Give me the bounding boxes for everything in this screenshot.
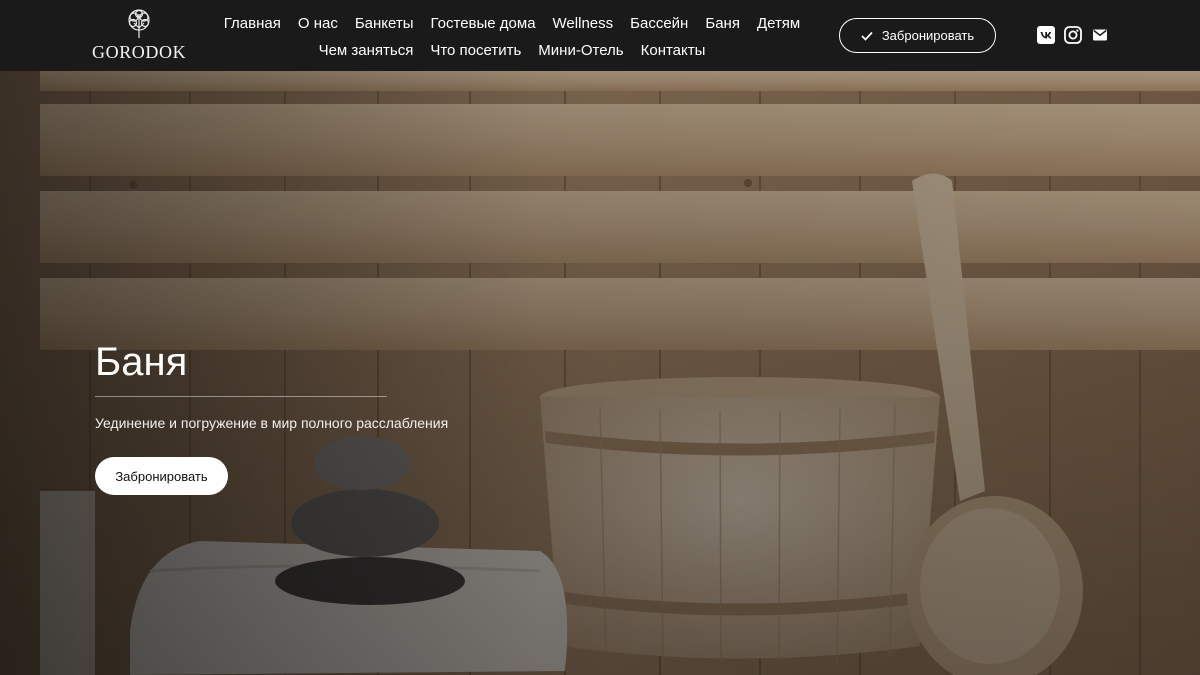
- nav-item-contacts[interactable]: Контакты: [641, 42, 706, 59]
- mail-icon[interactable]: [1091, 26, 1109, 44]
- nav-row-2: Чем заняться Что посетить Мини-Отель Кон…: [228, 37, 796, 64]
- nav-item-banya[interactable]: Баня: [705, 15, 740, 32]
- hero-content: Баня Уединение и погружение в мир полног…: [95, 338, 615, 495]
- nav-item-attractions[interactable]: Что посетить: [430, 42, 521, 59]
- nav-item-wellness[interactable]: Wellness: [553, 15, 614, 32]
- hero-banner: Баня Уединение и погружение в мир полног…: [0, 71, 1200, 675]
- check-icon: [861, 31, 873, 41]
- nav-item-banquets[interactable]: Банкеты: [355, 15, 414, 32]
- hero-book-button[interactable]: Забронировать: [95, 457, 228, 495]
- logo-text: GORODOK: [92, 42, 187, 62]
- nav-item-activities[interactable]: Чем заняться: [319, 42, 414, 59]
- nav-item-about[interactable]: О нас: [298, 15, 338, 32]
- hero-divider: [95, 396, 387, 397]
- header-book-button[interactable]: Забронировать: [839, 18, 996, 53]
- header-book-label: Забронировать: [881, 28, 975, 43]
- main-nav: Главная О нас Банкеты Гостевые дома Well…: [224, 10, 800, 64]
- nav-item-mini-hotel[interactable]: Мини-Отель: [538, 42, 623, 59]
- nav-item-pool[interactable]: Бассейн: [630, 15, 688, 32]
- nav-item-guest-houses[interactable]: Гостевые дома: [431, 15, 536, 32]
- hero-title: Баня: [95, 340, 188, 384]
- nav-item-home[interactable]: Главная: [224, 15, 281, 32]
- nav-item-kids[interactable]: Детям: [757, 15, 800, 32]
- social-links: [1037, 26, 1118, 44]
- nav-row-1: Главная О нас Банкеты Гостевые дома Well…: [224, 10, 800, 37]
- instagram-icon[interactable]: [1064, 26, 1082, 44]
- logo[interactable]: GORODOK: [92, 8, 186, 63]
- site-header: GORODOK Главная О нас Банкеты Гостевые д…: [0, 0, 1200, 71]
- hero-subtitle: Уединение и погружение в мир полного рас…: [95, 415, 449, 431]
- vk-icon[interactable]: [1037, 26, 1055, 44]
- tree-logo-icon: [128, 9, 150, 38]
